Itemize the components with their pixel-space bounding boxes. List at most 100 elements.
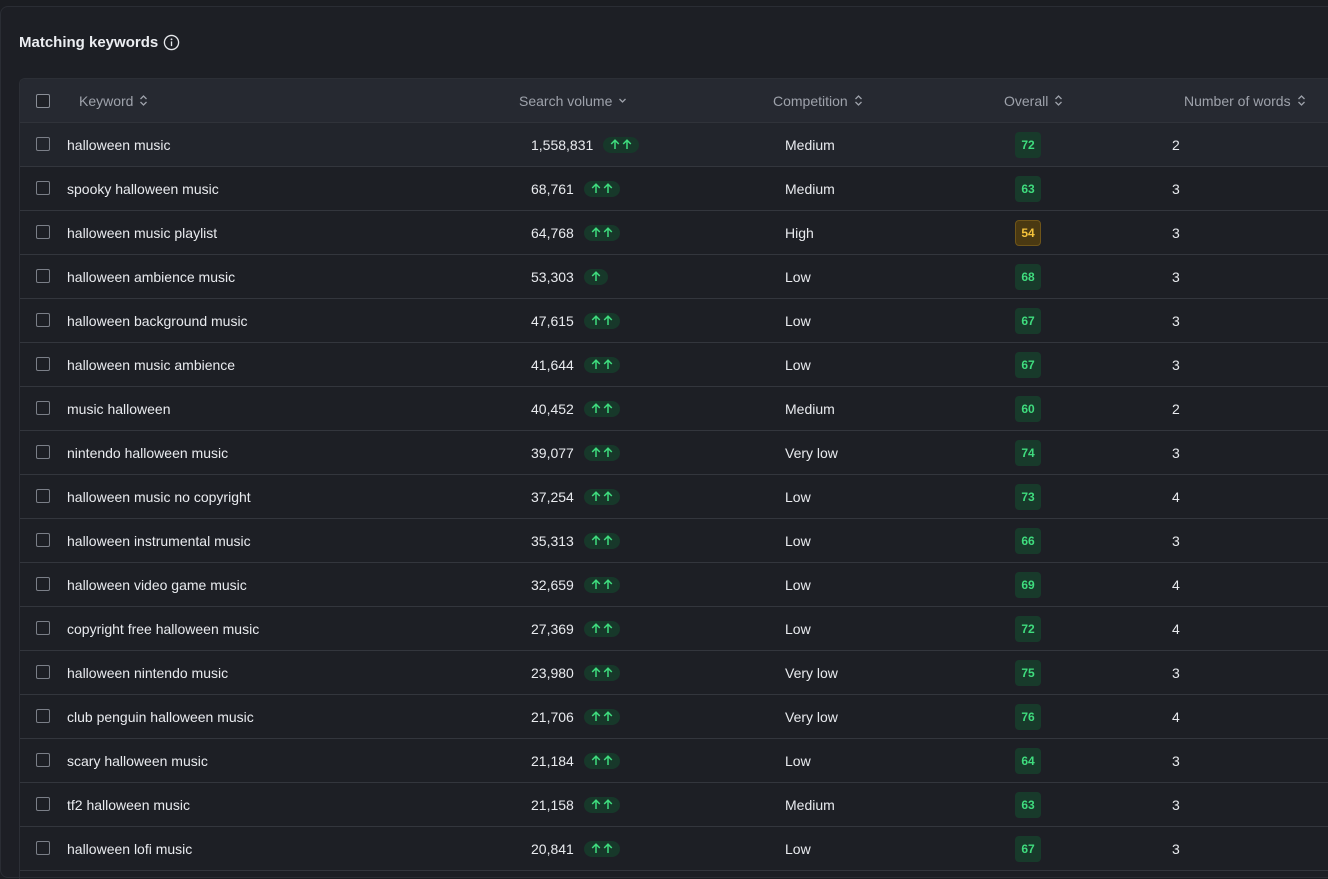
keyword-cell[interactable]: halloween video game music [67, 563, 247, 606]
competition-cell: Low [785, 356, 811, 373]
search-volume-value: 32,659 [531, 576, 574, 593]
row-checkbox[interactable] [36, 533, 50, 547]
info-circle-icon[interactable] [163, 34, 180, 51]
overall-cell: 74 [1015, 431, 1041, 474]
trend-up-badge [583, 180, 620, 197]
sort-updown-icon [1054, 94, 1063, 107]
keyword-cell[interactable]: halloween music ambience [67, 343, 235, 386]
keyword-cell[interactable]: music halloween [67, 387, 171, 430]
competition-cell: High [785, 224, 814, 241]
column-label: Competition [773, 92, 848, 109]
number-of-words-cell: 3 [1172, 268, 1180, 285]
arrow-up-icon [603, 403, 613, 414]
arrow-up-icon [591, 711, 601, 722]
overall-cell: 67 [1015, 343, 1041, 386]
row-checkbox[interactable] [36, 621, 50, 635]
row-checkbox[interactable] [36, 401, 50, 415]
arrow-up-icon [591, 579, 601, 590]
arrow-up-icon [591, 447, 601, 458]
column-header-search-volume[interactable]: Search volume [519, 79, 627, 122]
table-row[interactable]: halloween nintendo music 23,980 Very low 75… [20, 651, 1328, 695]
row-checkbox[interactable] [36, 269, 50, 283]
overall-cell: 72 [1015, 123, 1041, 166]
keyword-cell[interactable]: halloween music playlist [67, 211, 217, 254]
search-volume-value: 20,841 [531, 840, 574, 857]
keyword-cell[interactable]: halloween ambience music [67, 255, 235, 298]
arrow-up-icon [591, 799, 601, 810]
competition-cell: Low [785, 620, 811, 637]
row-checkbox[interactable] [36, 753, 50, 767]
arrow-up-icon [603, 315, 613, 326]
table-row[interactable]: club penguin halloween music 21,706 Very l… [20, 695, 1328, 739]
row-checkbox[interactable] [36, 137, 50, 151]
overall-score-badge: 63 [1015, 791, 1041, 818]
number-of-words-cell: 3 [1172, 664, 1180, 681]
table-row[interactable]: music halloween 40,452 Medium 60 2 [20, 387, 1328, 431]
keyword-cell[interactable]: nintendo halloween music [67, 431, 228, 474]
table-row[interactable]: halloween music ambience 41,644 Low 67 3 [20, 343, 1328, 387]
row-checkbox[interactable] [36, 225, 50, 239]
row-checkbox[interactable] [36, 797, 50, 811]
arrow-up-icon [591, 623, 601, 634]
keyword-cell[interactable]: halloween background music [67, 299, 248, 342]
select-all-checkbox[interactable] [36, 94, 50, 108]
overall-cell: 67 [1015, 299, 1041, 342]
column-label: Overall [1004, 92, 1049, 109]
table-row[interactable]: halloween music 1,558,831 Medium 72 2 [20, 123, 1328, 167]
table-row[interactable]: halloween music playlist 64,768 High 54 3 [20, 211, 1328, 255]
table-row[interactable]: scary halloween music 21,184 Low 64 3 [20, 739, 1328, 783]
keyword-cell[interactable]: club penguin halloween music [67, 695, 254, 738]
keyword-cell[interactable]: halloween instrumental music [67, 519, 251, 562]
row-checkbox[interactable] [36, 841, 50, 855]
section-title: Matching keywords [19, 34, 159, 51]
keyword-cell[interactable]: halloween music [67, 123, 171, 166]
column-label: Number of words [1184, 92, 1291, 109]
row-checkbox[interactable] [36, 445, 50, 459]
trend-up-badge [583, 356, 620, 373]
table-row[interactable]: halloween instrumental music 35,313 Low 66 3 [20, 519, 1328, 563]
table-row[interactable]: nintendo halloween music 39,077 Very low 74… [20, 431, 1328, 475]
row-checkbox[interactable] [36, 709, 50, 723]
keyword-cell[interactable]: copyright free halloween music [67, 607, 259, 650]
row-checkbox[interactable] [36, 489, 50, 503]
table-row[interactable]: halloween lofi music 20,841 Low 67 3 [20, 827, 1328, 871]
arrow-up-icon [591, 843, 601, 854]
competition-cell: Low [785, 268, 811, 285]
trend-up-badge [583, 576, 620, 593]
search-volume-cell: 35,313 [531, 519, 620, 562]
search-volume-cell: 21,158 [531, 783, 620, 826]
competition-cell: Very low [785, 708, 838, 725]
keyword-cell[interactable]: spooky halloween music [67, 167, 219, 210]
overall-cell: 63 [1015, 167, 1041, 210]
column-header-overall[interactable]: Overall [1004, 79, 1063, 122]
column-header-competition[interactable]: Competition [773, 79, 863, 122]
number-of-words-cell: 4 [1172, 620, 1180, 637]
keyword-cell[interactable]: scary halloween music [67, 739, 208, 782]
keyword-cell[interactable]: tf2 halloween music [67, 783, 190, 826]
column-header-number-of-words[interactable]: Number of words [1184, 79, 1306, 122]
table-row[interactable]: halloween ambience music 53,303 Low 68 3 [20, 255, 1328, 299]
row-checkbox[interactable] [36, 665, 50, 679]
search-volume-cell: 40,452 [531, 387, 620, 430]
row-checkbox[interactable] [36, 577, 50, 591]
table-row[interactable]: spooky halloween music 68,761 Medium 63 3 [20, 167, 1328, 211]
table-row[interactable]: halloween video game music 32,659 Low 69 4 [20, 563, 1328, 607]
table-row[interactable]: halloween background music 47,615 Low 67 3 [20, 299, 1328, 343]
column-header-keyword[interactable]: Keyword [79, 79, 148, 122]
search-volume-cell: 53,303 [531, 255, 608, 298]
search-volume-cell: 20,841 [531, 827, 620, 870]
keyword-cell[interactable]: halloween music no copyright [67, 475, 251, 518]
table-row[interactable]: copyright free halloween music 27,369 Low 7… [20, 607, 1328, 651]
table-row[interactable]: tf2 halloween music 21,158 Medium 63 3 [20, 783, 1328, 827]
keyword-cell[interactable]: halloween lofi music [67, 827, 192, 870]
table-row[interactable]: halloween music no copyright 37,254 Low 73 4 [20, 475, 1328, 519]
competition-cell: Very low [785, 664, 838, 681]
row-checkbox[interactable] [36, 357, 50, 371]
matching-keywords-panel: Matching keywords Keyword Search volume [0, 6, 1328, 879]
overall-score-badge: 72 [1015, 615, 1041, 642]
row-checkbox[interactable] [36, 181, 50, 195]
row-checkbox[interactable] [36, 313, 50, 327]
keyword-cell[interactable]: halloween nintendo music [67, 651, 228, 694]
sort-updown-icon [139, 94, 148, 107]
section-header: Matching keywords [19, 34, 180, 51]
